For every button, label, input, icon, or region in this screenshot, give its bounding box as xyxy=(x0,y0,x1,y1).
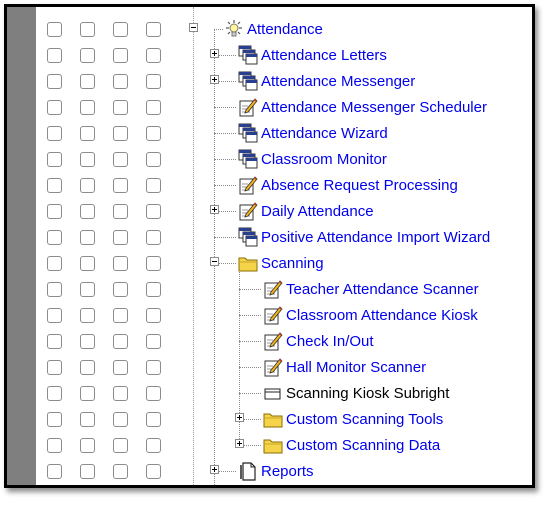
tree-node-label[interactable]: Absence Request Processing xyxy=(261,177,458,194)
edit-form-icon xyxy=(263,305,283,325)
tree-node: Attendance Messenger xyxy=(7,68,532,94)
tree-connector-line xyxy=(214,159,236,160)
collapse-icon[interactable] xyxy=(210,257,219,266)
edit-form-icon xyxy=(263,279,283,299)
edit-form-icon xyxy=(238,201,258,221)
sun-icon xyxy=(224,19,244,39)
tree-node: Reports xyxy=(7,458,532,484)
expand-icon[interactable] xyxy=(210,49,219,58)
tree-node-label[interactable]: Classroom Attendance Kiosk xyxy=(286,307,478,324)
tree-node-label[interactable]: Custom Scanning Tools xyxy=(286,411,443,428)
tree-node-label[interactable]: Attendance xyxy=(247,21,323,38)
permissions-panel: Attendance Attendance Letters Attendance M… xyxy=(4,4,535,488)
expand-icon[interactable] xyxy=(235,439,244,448)
tree-connector-line xyxy=(214,133,236,134)
windows-stack-icon xyxy=(238,123,258,143)
tree-node: Absence Request Processing xyxy=(7,172,532,198)
document-icon xyxy=(238,461,258,481)
expand-icon[interactable] xyxy=(210,75,219,84)
expand-icon[interactable] xyxy=(210,205,219,214)
tree-node-label[interactable]: Positive Attendance Import Wizard xyxy=(261,229,490,246)
tree-connector-line xyxy=(214,107,236,108)
edit-form-icon xyxy=(238,97,258,117)
tree-node: Classroom Attendance Kiosk xyxy=(7,302,532,328)
tree-connector-line xyxy=(214,29,223,30)
collapse-icon[interactable] xyxy=(189,23,198,32)
tree-connector-line xyxy=(214,237,236,238)
edit-form-icon xyxy=(238,175,258,195)
window-small-icon xyxy=(238,487,258,488)
tree-node: Attendance Messenger Scheduler xyxy=(7,94,532,120)
tree-node-label[interactable]: Teacher Attendance Scanner xyxy=(286,281,479,298)
tree-node: Emergency Attendance xyxy=(7,484,532,488)
tree-connector-line xyxy=(239,393,261,394)
tree-node-label[interactable]: Custom Scanning Data xyxy=(286,437,440,454)
tree-node: Hall Monitor Scanner xyxy=(7,354,532,380)
tree-node-label[interactable]: Daily Attendance xyxy=(261,203,374,220)
tree-connector-line xyxy=(239,315,261,316)
window-small-icon xyxy=(263,383,283,403)
tree-node: Daily Attendance xyxy=(7,198,532,224)
windows-stack-icon xyxy=(238,45,258,65)
tree-node-label[interactable]: Check In/Out xyxy=(286,333,374,350)
tree-node: Positive Attendance Import Wizard xyxy=(7,224,532,250)
windows-stack-icon xyxy=(238,71,258,91)
tree-node: Attendance Wizard xyxy=(7,120,532,146)
tree-node-label[interactable]: Attendance Messenger xyxy=(261,73,415,90)
tree-node: Teacher Attendance Scanner xyxy=(7,276,532,302)
folder-icon xyxy=(263,435,283,455)
tree-connector-line xyxy=(239,289,261,290)
tree-node: Custom Scanning Data xyxy=(7,432,532,458)
tree-node-label[interactable]: Classroom Monitor xyxy=(261,151,387,168)
navigation-tree: Attendance Attendance Letters Attendance M… xyxy=(7,7,532,485)
tree-node-label[interactable]: Attendance Messenger Scheduler xyxy=(261,99,487,116)
tree-node: Custom Scanning Tools xyxy=(7,406,532,432)
folder-icon xyxy=(238,253,258,273)
tree-node: Attendance Letters xyxy=(7,42,532,68)
folder-icon xyxy=(263,409,283,429)
windows-stack-icon xyxy=(238,149,258,169)
tree-node: Check In/Out xyxy=(7,328,532,354)
expand-icon[interactable] xyxy=(210,465,219,474)
tree-node-label[interactable]: Reports xyxy=(261,463,314,480)
tree-node: Scanning xyxy=(7,250,532,276)
tree-node: Attendance xyxy=(7,16,532,42)
edit-form-icon xyxy=(263,331,283,351)
tree-node-label[interactable]: Scanning xyxy=(261,255,324,272)
tree-node: Scanning Kiosk Subright xyxy=(7,380,532,406)
tree-connector-line xyxy=(214,185,236,186)
tree-node: Classroom Monitor xyxy=(7,146,532,172)
tree-node-label[interactable]: Attendance Letters xyxy=(261,47,387,64)
windows-stack-icon xyxy=(238,227,258,247)
edit-form-icon xyxy=(263,357,283,377)
tree-node-label: Scanning Kiosk Subright xyxy=(286,385,450,402)
tree-connector-line xyxy=(239,367,261,368)
expand-icon[interactable] xyxy=(235,413,244,422)
tree-node-label[interactable]: Attendance Wizard xyxy=(261,125,388,142)
tree-node-label[interactable]: Hall Monitor Scanner xyxy=(286,359,426,376)
tree-connector-line xyxy=(239,341,261,342)
